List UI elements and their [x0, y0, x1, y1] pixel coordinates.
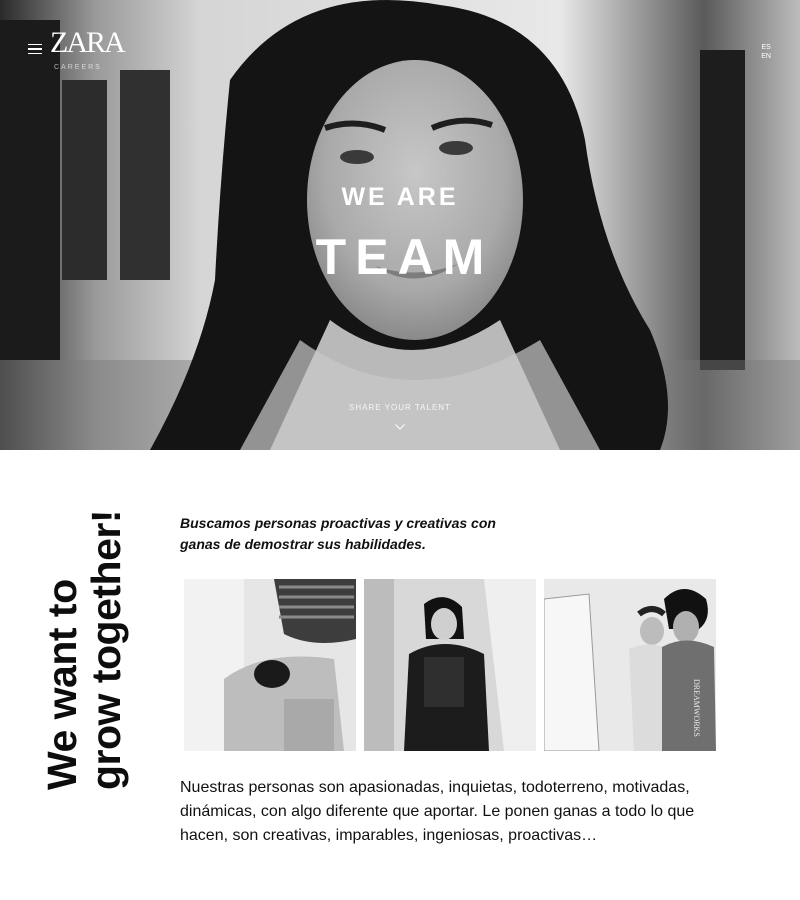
- logo-subtext: CAREERS: [54, 64, 102, 71]
- team-photo-3: DREAMWORKS: [544, 579, 716, 751]
- language-option-es[interactable]: ES: [761, 43, 771, 52]
- chevron-down-icon[interactable]: [395, 424, 405, 430]
- language-option-en[interactable]: EN: [761, 52, 771, 61]
- hero-banner: ZARA CAREERS ES EN WE ARE TEAM SHARE YOU…: [0, 0, 800, 450]
- body-text: Nuestras personas son apasionadas, inqui…: [180, 779, 695, 844]
- menu-icon[interactable]: [28, 44, 42, 56]
- share-talent-link[interactable]: SHARE YOUR TALENT: [0, 403, 800, 412]
- vertical-heading-line1: We want to: [39, 579, 85, 790]
- vertical-heading: We want to grow together!: [39, 490, 129, 790]
- hero-photo: [0, 0, 800, 450]
- team-photo-1: [184, 579, 356, 751]
- hero-title: TEAM: [315, 229, 494, 285]
- vertical-heading-line2: grow together!: [83, 510, 129, 790]
- intro-text: Buscamos personas proactivas y creativas…: [180, 515, 496, 552]
- hero-kicker: WE ARE: [341, 183, 459, 211]
- team-photo-2: [364, 579, 536, 751]
- language-switcher: ES EN: [761, 43, 771, 61]
- sweatshirt-logo: DREAMWORKS: [692, 679, 701, 737]
- logo[interactable]: ZARA: [50, 28, 126, 58]
